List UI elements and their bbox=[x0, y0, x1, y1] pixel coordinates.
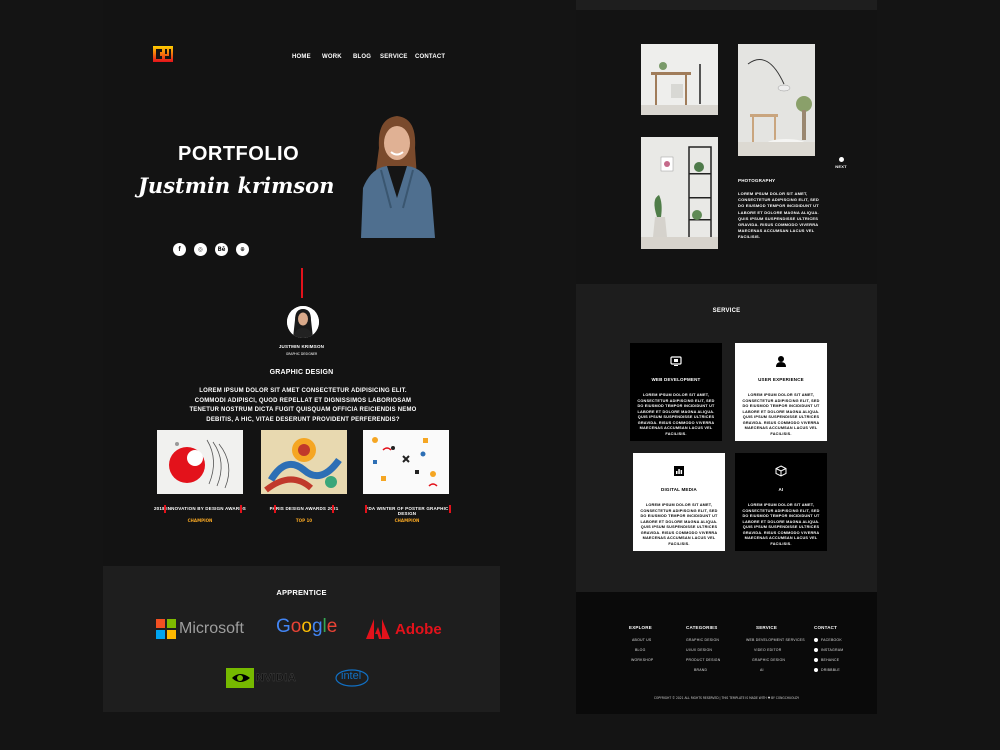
graphic-design-description: LOREM IPSUM DOLOR SIT AMET CONSECTETUR A… bbox=[189, 388, 417, 423]
nav-service[interactable]: SERVICE bbox=[380, 54, 408, 60]
service-section: SERVICE WEB DEVELOPMENT LOREM IPSUM DOLO… bbox=[576, 284, 877, 592]
footer-link[interactable]: GRAPHIC DESIGN bbox=[686, 638, 736, 642]
photo-3[interactable] bbox=[641, 137, 718, 249]
service-item-description: LOREM IPSUM DOLOR SIT AMET, CONSECTETUR … bbox=[742, 503, 820, 546]
footer-link[interactable]: ABOUT US bbox=[632, 638, 669, 642]
next-arrow-icon bbox=[838, 157, 844, 162]
award-3-result: CHAMPION bbox=[394, 519, 420, 524]
award-2-result: TOP 10 bbox=[295, 519, 313, 524]
service-item-title: DIGITAL MEDIA bbox=[661, 487, 697, 492]
service-card-user-experience[interactable]: USER EXPERIENCE LOREM IPSUM DOLOR SIT AM… bbox=[735, 343, 827, 441]
footer-link[interactable]: WEB DEVELOPMENT SERVICES bbox=[746, 638, 806, 642]
portrait-photo bbox=[351, 108, 437, 238]
service-item-description: LOREM IPSUM DOLOR SIT AMET, CONSECTETUR … bbox=[742, 393, 820, 436]
nav-work[interactable]: WORK bbox=[322, 54, 342, 60]
award-1-result: CHAMPION bbox=[187, 519, 213, 524]
bar-chart-icon bbox=[674, 466, 684, 476]
footer-contact: CONTACT FACEBOOK INSTAGRAM BEHANCE DRIBB… bbox=[814, 625, 864, 678]
copyright-text: COPYRIGHT © 2021 ALL RIGHTS RESERVED | T… bbox=[653, 696, 800, 700]
footer-service: SERVICE WEB DEVELOPMENT SERVICES VIDEO E… bbox=[746, 625, 806, 672]
site-logo[interactable] bbox=[153, 46, 173, 62]
google-logo: Google bbox=[276, 616, 338, 637]
cube-icon bbox=[775, 465, 787, 477]
microsoft-logo: Microsoft bbox=[156, 619, 244, 639]
hero-title: PORTFOLIO bbox=[178, 143, 300, 165]
service-item-description: LOREM IPSUM DOLOR SIT AMET, CONSECTETUR … bbox=[637, 393, 715, 436]
graphic-design-title: GRAPHIC DESIGN bbox=[269, 369, 334, 376]
hero-section: HOME WORK BLOG SERVICE CONTACT PORTFOLIO… bbox=[103, 0, 500, 566]
profile-name: JUSTMIN KRIMSON bbox=[278, 344, 325, 349]
avatar bbox=[287, 306, 319, 338]
footer-contact-behance[interactable]: BEHANCE bbox=[814, 658, 864, 662]
service-item-title: AI bbox=[778, 487, 784, 492]
project-card-2[interactable] bbox=[261, 430, 347, 494]
adobe-logo: Adobe bbox=[366, 619, 442, 639]
footer-contact-dribbble[interactable]: DRIBBBLE bbox=[814, 668, 864, 672]
project-card-3[interactable] bbox=[363, 430, 449, 494]
apprentice-section: APPRENTICE Microsoft Google Adobe NVIDIA… bbox=[103, 566, 500, 712]
service-item-title: USER EXPERIENCE bbox=[758, 377, 804, 382]
award-1: 2018 INNOVATION BY DESIGN AWARDS bbox=[153, 505, 246, 513]
hero-name: Justmin krimson bbox=[138, 173, 335, 198]
apprentice-title: APPRENTICE bbox=[276, 588, 327, 597]
service-item-description: LOREM IPSUM DOLOR SIT AMET, CONSECTETUR … bbox=[640, 503, 718, 546]
footer-categories: CATEGORIES GRAPHIC DESIGN UI/UX DESIGN P… bbox=[686, 625, 736, 678]
photography-title: PHOTOGRAPHY bbox=[738, 178, 776, 183]
award-3: FDA WINTER OF POSTER GRAPHIC DESIGN bbox=[357, 505, 457, 516]
service-card-web-development[interactable]: WEB DEVELOPMENT LOREM IPSUM DOLOR SIT AM… bbox=[630, 343, 722, 441]
next-button[interactable]: NEXT bbox=[835, 157, 847, 169]
service-title: SERVICE bbox=[712, 308, 741, 314]
dribbble-icon[interactable]: ⊕ bbox=[236, 243, 249, 256]
footer-link[interactable]: AI bbox=[760, 668, 806, 672]
service-card-ai[interactable]: AI LOREM IPSUM DOLOR SIT AMET, CONSECTET… bbox=[735, 453, 827, 551]
profile-role: GRAPHIC DESIGNER bbox=[285, 352, 318, 356]
user-icon bbox=[776, 356, 786, 367]
photography-section: PHOTOGRAPHY LOREM IPSUM DOLOR SIT AMET, … bbox=[576, 10, 877, 284]
nav-contact[interactable]: CONTACT bbox=[415, 54, 445, 60]
footer-link[interactable]: WORKSHOP bbox=[631, 658, 669, 662]
behance-icon[interactable]: Bē bbox=[215, 243, 228, 256]
footer-contact-facebook[interactable]: FACEBOOK bbox=[814, 638, 864, 642]
project-card-1[interactable] bbox=[157, 430, 243, 494]
award-2: PARIS DESIGN AWARDS 2021 bbox=[269, 505, 339, 513]
footer-link[interactable]: PRODUCT DESIGN bbox=[686, 658, 736, 662]
instagram-icon[interactable]: ◎ bbox=[194, 243, 207, 256]
footer-explore: EXPLORE ABOUT US BLOG WORKSHOP bbox=[629, 625, 669, 668]
monitor-icon bbox=[670, 356, 682, 366]
footer-contact-instagram[interactable]: INSTAGRAM bbox=[814, 648, 864, 652]
dribbble-icon bbox=[814, 668, 818, 672]
photo-2[interactable] bbox=[738, 44, 815, 156]
footer-link[interactable]: VIDEO EDITOR bbox=[754, 648, 806, 652]
behance-icon bbox=[814, 658, 818, 662]
footer: EXPLORE ABOUT US BLOG WORKSHOP CATEGORIE… bbox=[576, 592, 877, 714]
right-top-strip bbox=[576, 0, 877, 10]
footer-link[interactable]: BRAND bbox=[694, 668, 736, 672]
photography-description: LOREM IPSUM DOLOR SIT AMET, CONSECTETUR … bbox=[738, 191, 819, 240]
footer-link[interactable]: UI/UX DESIGN bbox=[686, 648, 736, 652]
footer-link[interactable]: BLOG bbox=[635, 648, 669, 652]
nav-home[interactable]: HOME bbox=[292, 54, 311, 60]
instagram-icon bbox=[814, 648, 818, 652]
intel-logo: intel bbox=[335, 668, 369, 688]
service-card-digital-media[interactable]: DIGITAL MEDIA LOREM IPSUM DOLOR SIT AMET… bbox=[633, 453, 725, 551]
portfolio-left-panel: HOME WORK BLOG SERVICE CONTACT PORTFOLIO… bbox=[103, 0, 500, 712]
service-item-title: WEB DEVELOPMENT bbox=[651, 377, 701, 382]
facebook-icon[interactable]: f bbox=[173, 243, 186, 256]
footer-link[interactable]: GRAPHIC DESIGN bbox=[752, 658, 806, 662]
facebook-icon bbox=[814, 638, 818, 642]
divider-red-line bbox=[301, 268, 303, 298]
photo-1[interactable] bbox=[641, 44, 718, 115]
nav-blog[interactable]: BLOG bbox=[353, 54, 371, 60]
nvidia-logo: NVIDIA bbox=[226, 668, 296, 688]
